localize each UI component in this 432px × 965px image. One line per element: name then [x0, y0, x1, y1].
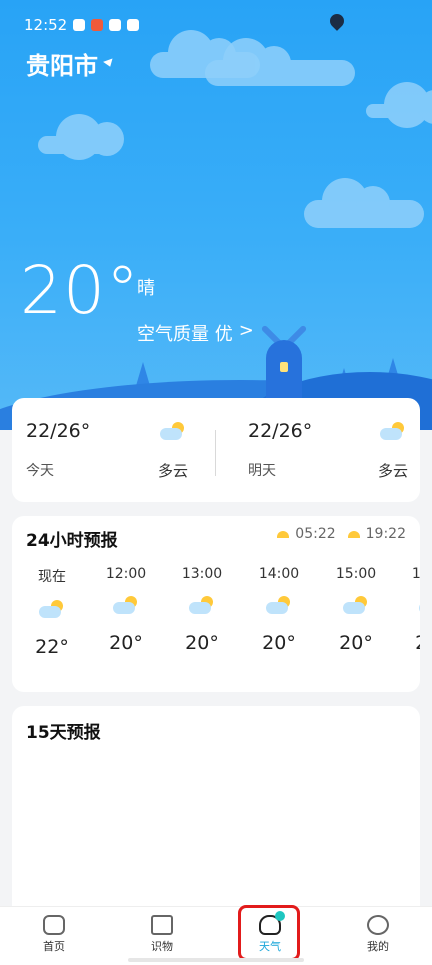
home-icon [43, 915, 65, 935]
daily-title: 15天预报 [26, 723, 101, 743]
today-forecast[interactable]: 22/26° 今天 [26, 420, 91, 479]
daily-forecast-card: 15天预报 [12, 706, 420, 926]
hour-temp: 20° [185, 632, 219, 654]
hour-item: 16:00 20° [402, 566, 420, 654]
hourly-title: 24小时预报 [26, 531, 118, 551]
windmill-decoration [266, 340, 302, 402]
hour-time: 12:00 [105, 566, 147, 582]
status-time: 12:52 [24, 16, 68, 34]
partly-cloudy-icon [343, 596, 369, 614]
scan-icon [151, 915, 173, 935]
hour-item: 13:00 20° [172, 566, 232, 654]
tomorrow-range: 22/26° [248, 420, 313, 442]
sunrise-icon [277, 530, 290, 538]
air-quality-link[interactable]: 空气质量 优 > [137, 320, 254, 346]
tomorrow-desc: 多云 [378, 462, 409, 480]
partly-cloudy-icon [266, 596, 292, 614]
hour-time: 15:00 [335, 566, 377, 582]
hour-time: 16:00 [411, 566, 420, 582]
nav-label: 首页 [43, 940, 65, 953]
nav-label: 我的 [367, 940, 389, 953]
cloud-decoration [304, 178, 424, 228]
today-label: 今天 [26, 463, 54, 479]
hour-time: 现在 [38, 569, 66, 585]
city-selector[interactable]: 贵阳市 [26, 46, 115, 81]
hour-time: 13:00 [181, 566, 223, 582]
hour-time: 14:00 [258, 566, 300, 582]
nav-label: 识物 [151, 940, 173, 953]
current-condition: 晴 [137, 278, 155, 299]
city-name: 贵阳市 [26, 52, 98, 80]
status-bar: 12:52 [24, 16, 140, 34]
nav-scan[interactable]: 识物 [132, 915, 192, 954]
caret-down-icon [103, 58, 115, 69]
sunset-icon [347, 530, 360, 538]
today-desc: 多云 [158, 462, 189, 480]
hourly-scroll[interactable]: 现在 22° 12:00 20° 13:00 20° 14:00 20° 15:… [26, 566, 420, 676]
hour-item: 12:00 20° [96, 566, 156, 654]
hour-temp: 20° [339, 632, 373, 654]
sunset-time: 19:22 [365, 526, 406, 542]
cloud-decoration [38, 114, 124, 160]
partly-cloudy-icon [419, 596, 420, 614]
sunrise-time: 05:22 [295, 526, 336, 542]
sun-times: 05:22 19:22 [277, 526, 406, 542]
partly-cloudy-icon [39, 600, 65, 618]
hour-item: 现在 22° [26, 566, 82, 658]
hourly-forecast-card: 24小时预报 05:22 19:22 现在 22° 12:00 20° 13:0… [12, 516, 420, 692]
video-notification-icon [109, 19, 122, 31]
cloud-decoration [205, 38, 355, 86]
today-tomorrow-card[interactable]: 22/26° 今天 多云 22/26° 明天 多云 [12, 398, 420, 502]
cloud-decoration [366, 82, 432, 128]
partly-cloudy-icon [113, 596, 139, 614]
hour-temp: 20° [262, 632, 296, 654]
hour-temp: 20° [109, 632, 143, 654]
bottom-nav: 首页 识物 天气 我的 [0, 906, 432, 965]
tomorrow-forecast[interactable]: 22/26° 明天 [248, 420, 313, 479]
chevron-right-icon: > [238, 320, 254, 341]
nav-profile[interactable]: 我的 [348, 915, 408, 954]
profile-icon [367, 915, 389, 935]
partly-cloudy-icon [189, 596, 215, 614]
gesture-bar[interactable] [128, 958, 304, 962]
today-range: 22/26° [26, 420, 91, 442]
highlight-box [238, 905, 300, 961]
divider [215, 430, 216, 476]
tomorrow-label: 明天 [248, 463, 276, 479]
partly-cloudy-icon [160, 422, 186, 440]
nav-home[interactable]: 首页 [24, 915, 84, 954]
current-temperature: 20° [20, 252, 140, 329]
link-notification-icon [127, 19, 140, 31]
partly-cloudy-icon [380, 422, 406, 440]
app-notification-icon [91, 19, 104, 31]
hour-temp: 22° [35, 636, 69, 658]
hour-temp: 20° [402, 632, 420, 654]
hour-item: 15:00 20° [326, 566, 386, 654]
mail-notification-icon [73, 19, 86, 31]
air-quality-label: 空气质量 优 [137, 324, 233, 345]
hour-item: 14:00 20° [249, 566, 309, 654]
